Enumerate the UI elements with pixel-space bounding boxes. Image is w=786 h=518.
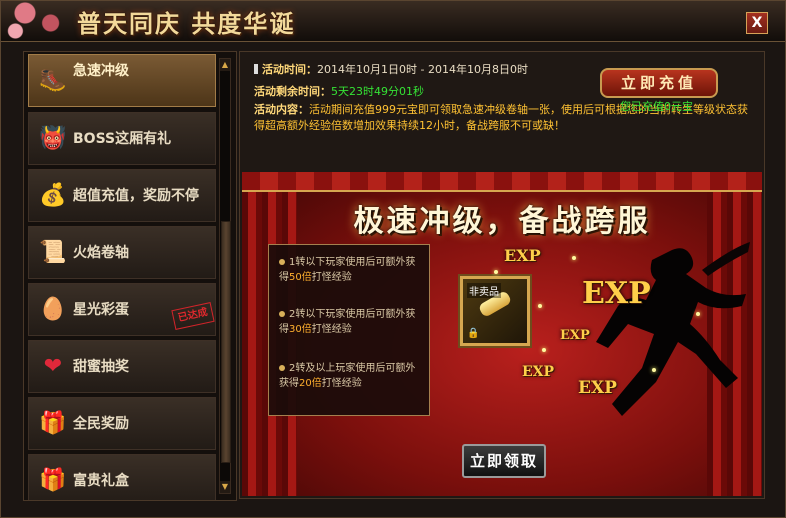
recharge-now-button[interactable]: 立即充值 [600, 68, 718, 98]
recharged-amount: 您已充值0元宝 [620, 100, 693, 113]
sidebar-item-fire-scroll[interactable]: 📜 火焰卷轴 [28, 226, 216, 279]
curtain-valance [242, 172, 762, 192]
heart-icon: ❤ [43, 354, 63, 379]
sidebar-item-starlight-egg[interactable]: 🥚 星光彩蛋 已达成 [28, 283, 216, 336]
remaining-time-value: 5天23时49分01秒 [331, 85, 424, 98]
completed-stamp: 已达成 [171, 302, 215, 330]
sidebar-item-everyone-reward[interactable]: 🎁 全民奖励 [28, 397, 216, 450]
claim-now-button[interactable]: 立即领取 [462, 444, 546, 478]
exp-text: EXP [560, 328, 590, 343]
activity-content-label: 活动内容： [254, 103, 309, 116]
sparkle-icon [572, 256, 576, 260]
rule-1-suffix: 打怪经验 [311, 272, 352, 283]
boot-icon: 🥾 [39, 68, 67, 93]
activity-panel: 活动时间：2014年10月1日0时 - 2014年10月8日0时 活动剩余时间：… [239, 51, 765, 499]
exp-text: EXP [522, 364, 555, 380]
remaining-time-label: 活动剩余时间： [254, 85, 331, 98]
activity-time-label: 活动时间： [262, 63, 317, 76]
sidebar-item-label: 超值充值，奖励不停 [73, 188, 199, 204]
rule-2-multiplier: 30倍 [289, 324, 312, 335]
sidebar-item-boss-gift[interactable]: 👹 BOSS这厢有礼 [28, 112, 216, 165]
sidebar-item-wealth-giftbox[interactable]: 🎁 富贵礼盒 [28, 454, 216, 500]
demon-mask-icon: 👹 [39, 126, 67, 151]
sparkle-icon [652, 368, 656, 372]
close-button[interactable]: X [746, 12, 768, 34]
rule-3-suffix: 打怪经验 [321, 378, 362, 389]
rule-2: 2转以下玩家使用后可额外获得30倍打怪经验 [279, 307, 425, 337]
bullet-icon [279, 259, 285, 265]
bullet-icon [279, 365, 285, 371]
rule-1-multiplier: 50倍 [289, 272, 312, 283]
lock-icon: 🔒 [467, 328, 480, 339]
sidebar-item-sweet-lottery[interactable]: ❤ 甜蜜抽奖 [28, 340, 216, 393]
sidebar-item-label: 甜蜜抽奖 [73, 359, 129, 375]
sidebar-item-label: BOSS这厢有礼 [73, 131, 172, 147]
sparkle-icon [538, 304, 542, 308]
event-window: 普天同庆 共度华诞 X 🥾 急速冲级 👹 BOSS这厢有礼 💰 超值充值，奖励不… [0, 0, 786, 518]
window-title: 普天同庆 共度华诞 [77, 10, 296, 38]
exp-text: EXP [504, 246, 541, 265]
flower-decoration [1, 1, 81, 41]
sidebar-item-label: 急速冲级 [73, 63, 129, 79]
scroll-thumb[interactable] [221, 221, 231, 463]
promo-banner: 极速冲级，备战跨服 1转以下玩家使用后可额外获得50倍打怪经验 2转以下玩家使用… [242, 172, 762, 496]
reward-rules-box: 1转以下玩家使用后可额外获得50倍打怪经验 2转以下玩家使用后可额外获得30倍打… [268, 244, 430, 416]
title-bar: 普天同庆 共度华诞 X [1, 1, 785, 42]
sidebar-item-label: 全民奖励 [73, 416, 129, 432]
scroll-up-arrow-icon[interactable]: ▲ [220, 59, 230, 71]
present-icon: 🎁 [39, 411, 67, 436]
sidebar-scrollbar[interactable]: ▲ ▼ [219, 58, 231, 494]
activity-time-value: 2014年10月1日0时 - 2014年10月8日0时 [317, 63, 528, 76]
activity-sidebar: 🥾 急速冲级 👹 BOSS这厢有礼 💰 超值充值，奖励不停 📜 火焰卷轴 🥚 星… [23, 51, 237, 501]
exp-text: EXP [578, 378, 617, 398]
rule-1: 1转以下玩家使用后可额外获得50倍打怪经验 [279, 255, 425, 285]
bullet-icon [279, 311, 285, 317]
scroll-icon: 📜 [39, 240, 67, 265]
gift-box-icon: 🎁 [39, 468, 67, 493]
bullet-marker [254, 64, 258, 74]
egg-icon: 🥚 [39, 297, 67, 322]
rule-2-suffix: 打怪经验 [311, 324, 352, 335]
rule-3: 2转及以上玩家使用后可额外获得20倍打怪经验 [279, 361, 425, 391]
gift-bag-icon: 💰 [39, 183, 67, 208]
exp-text-large: EXP [582, 276, 651, 311]
sidebar-item-label: 火焰卷轴 [73, 245, 129, 261]
sidebar-item-value-recharge[interactable]: 💰 超值充值，奖励不停 [28, 169, 216, 222]
scroll-down-arrow-icon[interactable]: ▼ [220, 481, 230, 493]
sidebar-item-label: 富贵礼盒 [73, 473, 129, 489]
sparkle-icon [696, 312, 700, 316]
sparkle-icon [542, 348, 546, 352]
rule-3-multiplier: 20倍 [299, 378, 322, 389]
sparkle-icon [494, 270, 498, 274]
not-for-sale-label: 非卖品 [467, 283, 501, 298]
sidebar-item-rapid-leveling[interactable]: 🥾 急速冲级 [28, 54, 216, 107]
reward-item-slot[interactable]: 非卖品 🔒 [460, 276, 530, 346]
banner-headline: 极速冲级，备战跨服 [353, 204, 651, 239]
sidebar-item-label: 星光彩蛋 [73, 302, 129, 318]
